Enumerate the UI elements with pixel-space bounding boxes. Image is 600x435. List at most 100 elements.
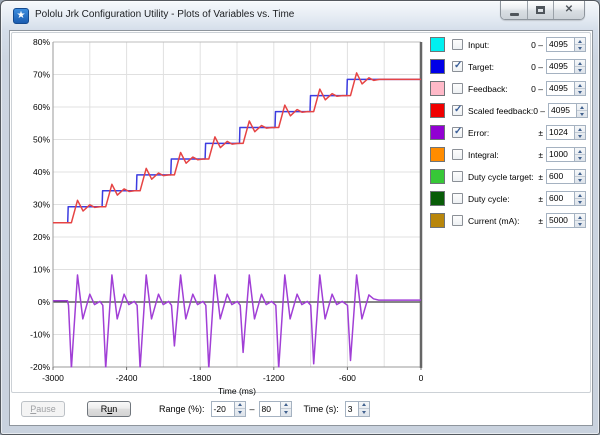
up-arrow-icon <box>578 194 582 197</box>
maximize-button[interactable] <box>527 1 553 19</box>
pause-button[interactable]: Pause <box>21 401 65 417</box>
scale-down-button[interactable] <box>575 155 585 161</box>
down-arrow-icon <box>238 411 242 414</box>
series-scale-field[interactable]: 5000 <box>546 213 575 228</box>
y-tick-label: 30% <box>33 200 50 210</box>
series-label: Scaled feedback: <box>468 106 533 116</box>
y-tick-label: 40% <box>33 167 50 177</box>
scale-up-button[interactable] <box>575 192 585 199</box>
scale-down-button[interactable] <box>575 199 585 205</box>
range-max-up-button[interactable] <box>281 402 291 410</box>
time-up-button[interactable] <box>359 402 369 410</box>
series-scale-field[interactable]: 600 <box>546 191 575 206</box>
client-area: -3000-2400-1800-1200-600080%70%60%50%40%… <box>9 30 593 426</box>
y-tick-label: 20% <box>33 232 50 242</box>
down-arrow-icon <box>578 135 582 138</box>
legend-row: Input: 0 – 4095 <box>430 36 586 53</box>
up-arrow-icon <box>362 403 366 406</box>
title-bar[interactable]: ★ Pololu Jrk Configuration Utility - Plo… <box>1 1 599 30</box>
y-tick-label: 70% <box>33 70 50 80</box>
series-scale-field[interactable]: 4095 <box>546 81 575 96</box>
time-label: Time (s): <box>304 404 339 414</box>
series-checkbox[interactable] <box>452 127 463 138</box>
series-scale-spinner: 600 <box>546 191 586 206</box>
time-down-button[interactable] <box>359 409 369 416</box>
app-icon: ★ <box>13 8 29 24</box>
scale-up-button[interactable] <box>575 148 585 155</box>
series-scale-field[interactable]: 1000 <box>546 147 575 162</box>
series-range-prefix: ± <box>538 216 546 226</box>
scale-down-button[interactable] <box>577 111 587 117</box>
series-label: Duty cycle target: <box>468 172 534 182</box>
scale-down-button[interactable] <box>575 89 585 95</box>
series-color-swatch <box>430 169 445 184</box>
series-checkbox[interactable] <box>452 83 463 94</box>
range-min-field[interactable]: -20 <box>211 401 235 417</box>
y-tick-label: 50% <box>33 135 50 145</box>
range-label: Range (%): <box>159 404 205 414</box>
series-label: Input: <box>468 40 489 50</box>
series-scale-field[interactable]: 4095 <box>546 37 575 52</box>
close-icon: ✕ <box>565 5 573 15</box>
series-label: Current (mA): <box>468 216 519 226</box>
scale-up-button[interactable] <box>575 170 585 177</box>
series-checkbox[interactable] <box>452 193 463 204</box>
x-tick-label: -1200 <box>263 373 285 383</box>
range-min-spinner: -20 <box>211 401 246 417</box>
bottom-controls: Pause Run Range (%): -20 – 80 Time (s <box>21 400 370 417</box>
scale-up-button[interactable] <box>575 60 585 67</box>
scale-up-button[interactable] <box>575 38 585 45</box>
series-scale-field[interactable]: 1024 <box>546 125 575 140</box>
minimize-button[interactable] <box>501 1 527 19</box>
legend-row: Duty cycle: ± 600 <box>430 190 586 207</box>
time-field[interactable]: 3 <box>345 401 359 417</box>
range-max-spinner: 80 <box>259 401 292 417</box>
series-scale-field[interactable]: 4095 <box>548 103 577 118</box>
series-checkbox[interactable] <box>452 171 463 182</box>
scale-up-button[interactable] <box>577 104 587 111</box>
run-button[interactable]: Run <box>87 401 131 417</box>
series-range-prefix: 0 – <box>531 84 546 94</box>
series-checkbox[interactable] <box>452 61 463 72</box>
series-label: Integral: <box>468 150 499 160</box>
legend-row: Duty cycle target: ± 600 <box>430 168 586 185</box>
scale-down-button[interactable] <box>575 45 585 51</box>
series-checkbox[interactable] <box>452 149 463 160</box>
y-tick-label: -20% <box>30 362 50 372</box>
series-checkbox[interactable] <box>452 39 463 50</box>
series-scale-spinner: 4095 <box>546 37 586 52</box>
scale-up-button[interactable] <box>575 82 585 89</box>
up-arrow-icon <box>238 403 242 406</box>
series-color-swatch <box>430 37 445 52</box>
down-arrow-icon <box>578 69 582 72</box>
series-color-swatch <box>430 213 445 228</box>
caption-buttons: ✕ <box>500 1 585 20</box>
scale-down-button[interactable] <box>575 67 585 73</box>
range-max-field[interactable]: 80 <box>259 401 281 417</box>
scale-up-button[interactable] <box>575 126 585 133</box>
series-checkbox[interactable] <box>452 105 463 116</box>
range-min-up-button[interactable] <box>235 402 245 410</box>
scale-down-button[interactable] <box>575 133 585 139</box>
down-arrow-icon <box>580 113 584 116</box>
series-scale-field[interactable]: 600 <box>546 169 575 184</box>
close-button[interactable]: ✕ <box>553 1 584 19</box>
up-arrow-icon <box>578 216 582 219</box>
series-color-swatch <box>430 147 445 162</box>
legend-row: Error: ± 1024 <box>430 124 586 141</box>
series-color-swatch <box>430 81 445 96</box>
up-arrow-icon <box>578 62 582 65</box>
down-arrow-icon <box>578 223 582 226</box>
scale-down-button[interactable] <box>575 177 585 183</box>
scale-up-button[interactable] <box>575 214 585 221</box>
legend-row: Current (mA): ± 5000 <box>430 212 586 229</box>
down-arrow-icon <box>578 201 582 204</box>
range-max-down-button[interactable] <box>281 409 291 416</box>
series-scale-field[interactable]: 4095 <box>546 59 575 74</box>
range-min-down-button[interactable] <box>235 409 245 416</box>
down-arrow-icon <box>578 91 582 94</box>
series-checkbox[interactable] <box>452 215 463 226</box>
series-scale-spinner: 5000 <box>546 213 586 228</box>
up-arrow-icon <box>578 150 582 153</box>
scale-down-button[interactable] <box>575 221 585 227</box>
